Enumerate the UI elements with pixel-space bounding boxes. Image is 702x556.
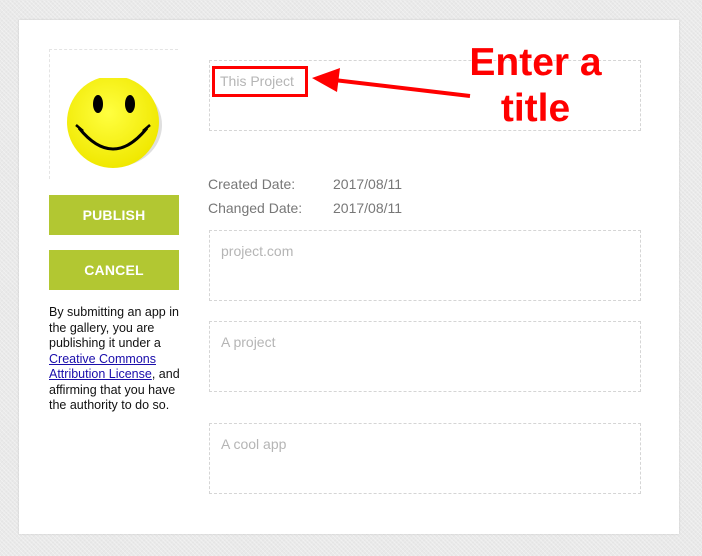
annotation-arrow-icon [312,68,471,98]
